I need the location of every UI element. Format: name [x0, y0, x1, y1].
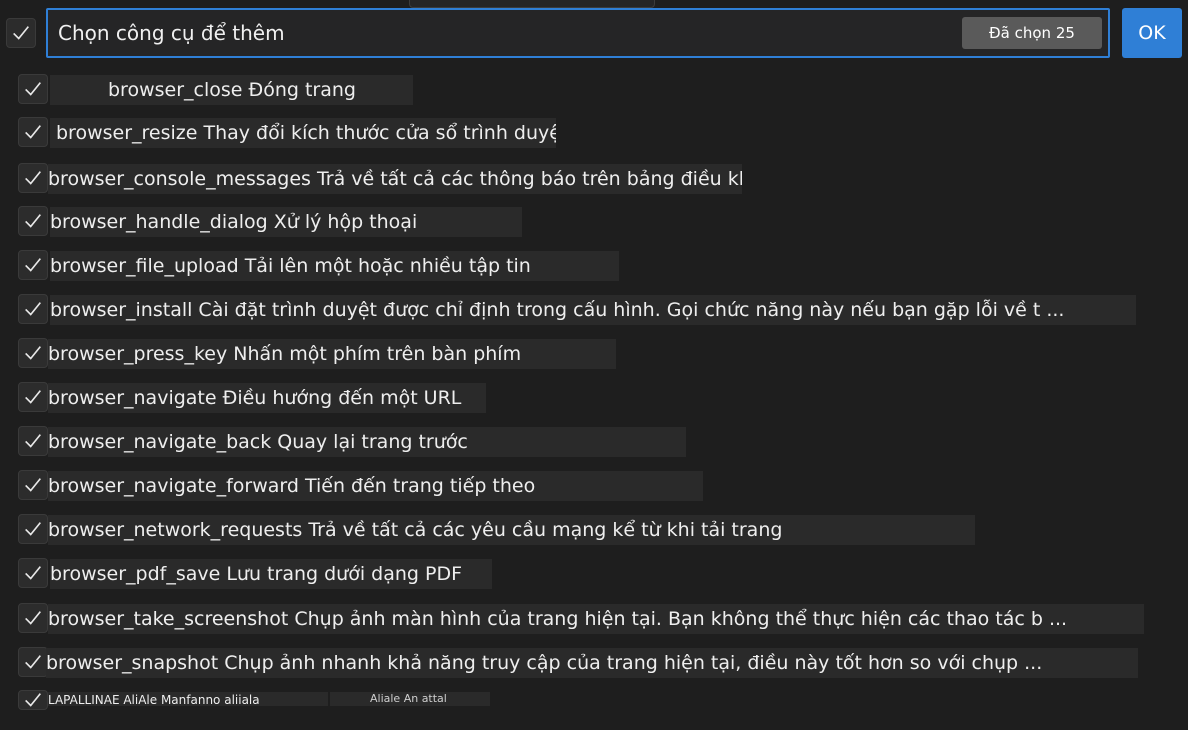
tool-checkbox[interactable] [18, 426, 48, 456]
checkmark-icon [25, 82, 41, 96]
tool-label: browser_install Cài đặt trình duyệt được… [50, 295, 1136, 325]
tool-label: browser_network_requests Trả về tất cả c… [48, 515, 975, 545]
select-all-checkbox[interactable] [6, 18, 36, 48]
tool-label: browser_navigate_forward Tiến đến trang … [48, 471, 703, 501]
checkmark-icon [25, 390, 41, 404]
tool-label: browser_close Đóng trang [50, 75, 413, 105]
tool-label: browser_press_key Nhấn một phím trên bàn… [48, 339, 616, 369]
tool-label: browser_file_upload Tải lên một hoặc nhi… [50, 251, 619, 281]
quick-pick-header: Đã chọn 25 OK [0, 0, 1188, 68]
tool-checkbox[interactable] [18, 603, 48, 633]
list-item[interactable]: browser_handle_dialog Xử lý hộp thoại [0, 202, 1188, 242]
checkmark-icon [25, 125, 41, 139]
list-item[interactable]: browser_file_upload Tải lên một hoặc nhi… [0, 246, 1188, 286]
tool-checkbox[interactable] [18, 250, 48, 280]
tool-label: browser_console_messages Trả về tất cả c… [48, 164, 742, 194]
tool-list: browser_close Đóng trang browser_resize … [0, 70, 1188, 710]
list-item[interactable]: browser_pdf_save Lưu trang dưới dạng PDF [0, 554, 1188, 594]
checkmark-icon [25, 611, 41, 625]
checkmark-icon [25, 346, 41, 360]
tool-label: browser_pdf_save Lưu trang dưới dạng PDF [50, 559, 492, 589]
tool-checkbox[interactable] [18, 514, 48, 544]
checkmark-icon [13, 26, 29, 40]
selected-count-badge: Đã chọn 25 [962, 17, 1102, 49]
tool-checkbox[interactable] [18, 647, 48, 677]
tool-checkbox[interactable] [18, 163, 48, 193]
list-item[interactable]: browser_snapshot Chụp ảnh nhanh khả năng… [0, 643, 1188, 683]
tool-checkbox[interactable] [18, 294, 48, 324]
list-item[interactable]: browser_install Cài đặt trình duyệt được… [0, 290, 1188, 330]
list-item[interactable]: browser_resize Thay đổi kích thước cửa s… [0, 113, 1188, 153]
list-item[interactable]: browser_press_key Nhấn một phím trên bàn… [0, 334, 1188, 374]
list-item[interactable]: browser_navigate_forward Tiến đến trang … [0, 466, 1188, 506]
search-input[interactable] [48, 10, 948, 56]
list-item[interactable]: browser_close Đóng trang [0, 70, 1188, 110]
tool-label: browser_snapshot Chụp ảnh nhanh khả năng… [46, 648, 1138, 678]
tool-label: LAPALLINAE AliAle Manfanno aliiala [48, 692, 328, 706]
tool-label: browser_take_screenshot Chụp ảnh màn hìn… [48, 604, 1144, 634]
tool-label: browser_handle_dialog Xử lý hộp thoại [50, 207, 522, 237]
tool-label: browser_navigate_back Quay lại trang trư… [48, 427, 686, 457]
checkmark-icon [25, 434, 41, 448]
tool-checkbox[interactable] [18, 470, 48, 500]
tool-checkbox[interactable] [18, 558, 48, 588]
list-item[interactable]: browser_navigate Điều hướng đến một URL [0, 378, 1188, 418]
tool-label: browser_navigate Điều hướng đến một URL [48, 383, 486, 413]
checkmark-icon [25, 214, 41, 228]
list-item[interactable]: LAPALLINAE AliAle Manfanno aliiala Alial… [0, 690, 1188, 730]
ok-button[interactable]: OK [1122, 8, 1182, 58]
checkmark-icon [25, 302, 41, 316]
tool-checkbox[interactable] [18, 206, 48, 236]
checkmark-icon [25, 566, 41, 580]
list-item[interactable]: browser_navigate_back Quay lại trang trư… [0, 422, 1188, 462]
checkmark-icon [25, 655, 41, 669]
checkmark-icon [25, 258, 41, 272]
tool-checkbox[interactable] [18, 382, 48, 412]
tool-checkbox[interactable] [18, 117, 48, 147]
list-item[interactable]: browser_console_messages Trả về tất cả c… [0, 159, 1188, 199]
list-item[interactable]: browser_network_requests Trả về tất cả c… [0, 510, 1188, 550]
tool-checkbox[interactable] [18, 338, 48, 368]
list-item[interactable]: browser_take_screenshot Chụp ảnh màn hìn… [0, 599, 1188, 639]
tool-checkbox[interactable] [18, 690, 48, 710]
checkmark-icon [25, 171, 41, 185]
checkmark-icon [25, 478, 41, 492]
tool-label-secondary: Aliale An attal [330, 692, 490, 706]
tool-label: browser_resize Thay đổi kích thước cửa s… [50, 118, 556, 148]
tool-search-box: Đã chọn 25 [46, 8, 1110, 58]
checkmark-icon [25, 522, 41, 536]
tool-checkbox[interactable] [18, 74, 48, 104]
